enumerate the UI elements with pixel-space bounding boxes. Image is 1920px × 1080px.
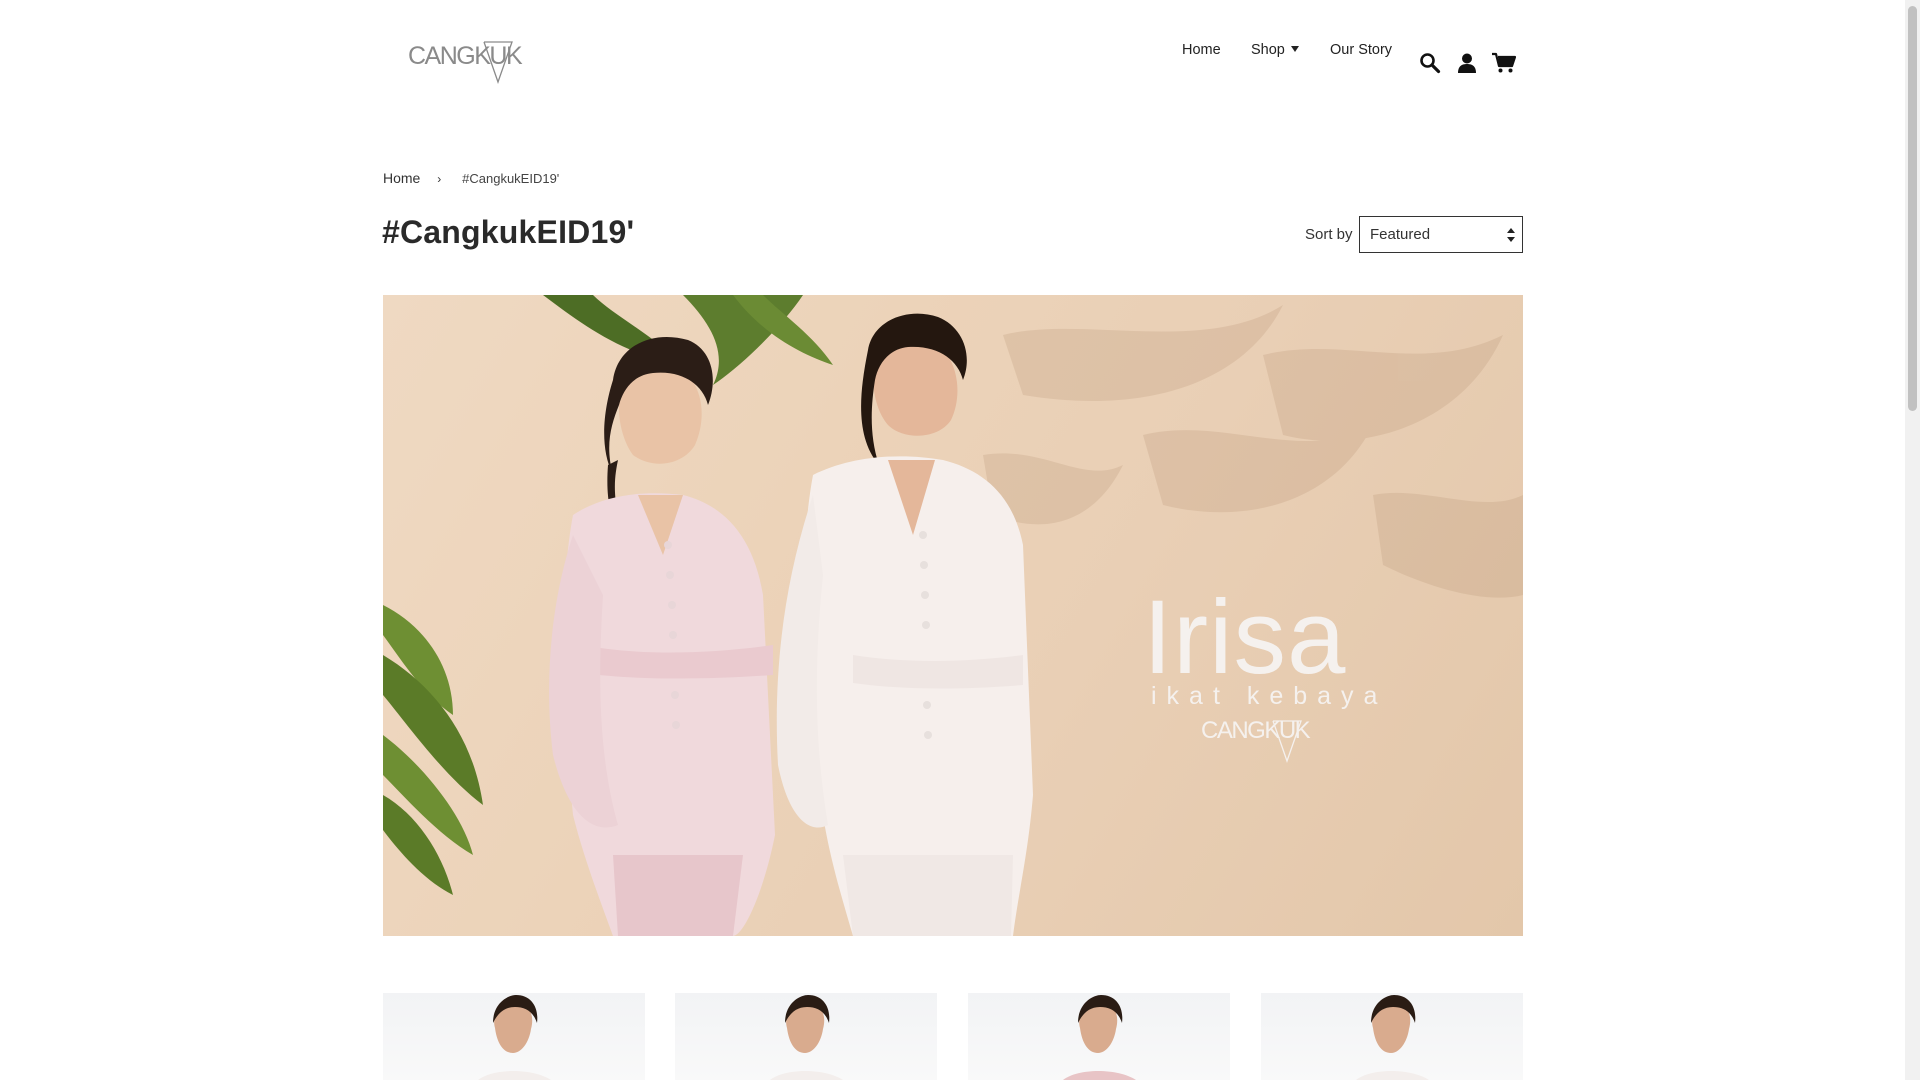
nav-shop-dropdown[interactable]: Shop xyxy=(1251,42,1299,58)
logo-triangle-icon xyxy=(483,41,513,84)
model-product-image xyxy=(478,995,551,1080)
model-left xyxy=(549,336,775,936)
hero-logo-triangle-icon xyxy=(1272,720,1302,763)
model-right xyxy=(776,313,1033,936)
page-title: #CangkukEID19' xyxy=(382,214,635,250)
cart-icon[interactable] xyxy=(1492,52,1517,74)
product-card[interactable] xyxy=(383,993,645,1080)
product-card[interactable] xyxy=(1261,993,1523,1080)
sort-arrows-icon xyxy=(1507,228,1515,242)
sort-select[interactable]: Featured xyxy=(1359,216,1523,253)
hero-title: Irisa xyxy=(1143,579,1347,696)
scrollbar-thumb[interactable] xyxy=(1908,6,1917,411)
product-card[interactable] xyxy=(675,993,937,1080)
breadcrumb-separator: › xyxy=(437,172,442,186)
search-icon[interactable] xyxy=(1419,52,1441,74)
hero-illustration xyxy=(383,295,1523,936)
page: CANGKUK Home Shop Our Story Home › #Cang… xyxy=(0,0,1905,1080)
product-grid xyxy=(383,993,1523,1080)
hero-subtitle: ikat kebaya xyxy=(1151,682,1388,710)
breadcrumb: Home › #CangkukEID19' xyxy=(383,170,559,186)
breadcrumb-home-link[interactable]: Home xyxy=(383,170,420,186)
sort-selected-value: Featured xyxy=(1370,226,1431,243)
nav-our-story-link[interactable]: Our Story xyxy=(1330,42,1392,58)
brand-logo[interactable]: CANGKUK xyxy=(408,38,523,86)
breadcrumb-current: #CangkukEID19' xyxy=(462,171,560,186)
account-icon[interactable] xyxy=(1456,52,1478,74)
nav-home-link[interactable]: Home xyxy=(1182,42,1221,58)
model-product-image xyxy=(770,995,843,1080)
product-card[interactable] xyxy=(968,993,1230,1080)
nav-shop-label: Shop xyxy=(1251,42,1285,58)
model-product-image xyxy=(1063,995,1136,1080)
hero-brand-logo: CANGKUK xyxy=(1201,715,1321,765)
model-product-image xyxy=(1356,995,1429,1080)
scrollbar[interactable] xyxy=(1905,0,1920,1080)
caret-down-icon xyxy=(1290,46,1299,52)
sort-by-label: Sort by xyxy=(1305,226,1353,243)
hero-banner[interactable]: Irisa ikat kebaya CANGKUK xyxy=(383,295,1523,936)
